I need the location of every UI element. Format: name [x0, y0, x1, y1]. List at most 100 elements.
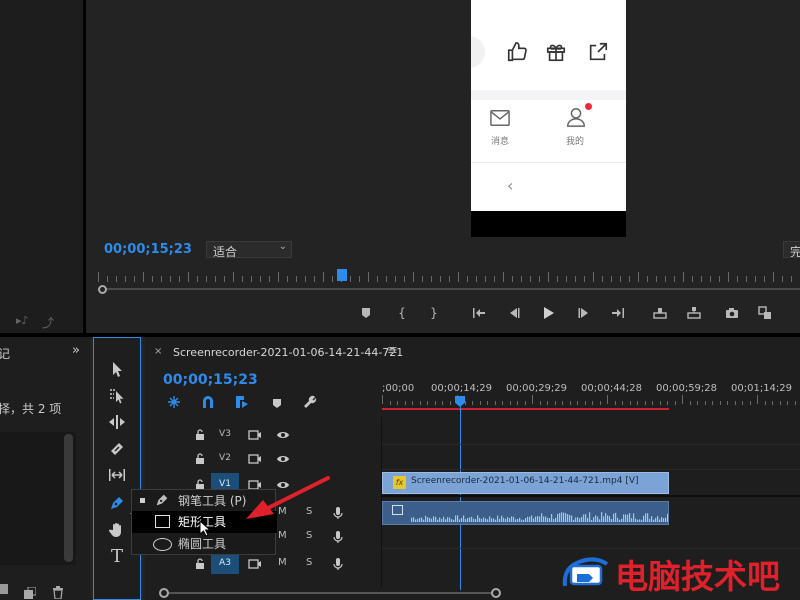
program-timecode[interactable]: 00;00;15;23 — [104, 242, 192, 257]
close-tab-icon[interactable]: × — [154, 346, 162, 357]
add-marker-icon-timeline[interactable] — [271, 395, 283, 414]
selection-tool-icon[interactable] — [106, 358, 128, 380]
hand-tool-icon[interactable] — [106, 519, 128, 541]
sync-lock-icon[interactable] — [248, 556, 262, 570]
tab-menu-icon[interactable]: ≡ — [387, 343, 398, 358]
ruler-tick — [517, 401, 518, 405]
mark-in-icon[interactable]: { — [393, 304, 411, 322]
ruler-tick — [782, 276, 783, 282]
eye-icon[interactable] — [276, 451, 290, 465]
track-name[interactable]: V3 — [211, 423, 239, 445]
ripple-edit-tool-icon[interactable] — [106, 411, 128, 433]
mute-button[interactable]: M — [278, 530, 287, 541]
type-tool-icon[interactable]: T — [106, 546, 128, 568]
sequence-tab-title[interactable]: Screenrecorder-2021-01-06-14-21-44-721 — [173, 346, 403, 359]
waveform-bar — [431, 518, 433, 522]
audio-clip[interactable] — [382, 501, 669, 525]
wrench-icon[interactable] — [303, 394, 317, 413]
add-marker-icon[interactable] — [357, 304, 375, 322]
ruler-tick — [599, 401, 601, 405]
trash-icon[interactable] — [52, 584, 64, 600]
fit-dropdown[interactable]: 适合 ⌄ — [206, 241, 292, 259]
solo-button[interactable]: S — [306, 530, 312, 541]
linked-selection-icon[interactable] — [235, 394, 249, 413]
waveform-bar — [513, 516, 515, 522]
scroll-start-handle-icon[interactable] — [159, 588, 169, 598]
waveform-bar — [593, 517, 595, 522]
sync-lock-icon[interactable] — [248, 427, 262, 441]
sync-lock-icon[interactable] — [248, 451, 262, 465]
program-scrollbar[interactable] — [98, 285, 800, 294]
ruler-tick — [602, 276, 603, 282]
snap-icon[interactable] — [201, 394, 215, 413]
ruler-tick — [215, 276, 216, 282]
program-playhead-icon[interactable] — [337, 269, 347, 281]
ruler-tick — [389, 401, 391, 405]
ruler-tick — [509, 401, 511, 405]
extract-icon[interactable] — [685, 304, 703, 322]
waveform-bar — [649, 518, 651, 522]
solo-button[interactable]: S — [306, 557, 312, 568]
waveform-bar — [661, 517, 663, 522]
razor-tool-icon[interactable] — [106, 438, 128, 460]
project-scrollbar[interactable] — [64, 434, 73, 562]
mic-icon[interactable] — [331, 556, 345, 570]
waveform-bar — [419, 517, 421, 522]
audio-video-icon[interactable]: ▸♪ — [16, 314, 29, 327]
camera-icon[interactable] — [723, 304, 741, 322]
waveform-bar — [611, 518, 613, 522]
lock-icon[interactable] — [193, 427, 207, 441]
export-frame-icon[interactable]: ⤴ — [42, 314, 54, 331]
ruler-tick — [134, 276, 135, 282]
ruler-tick — [667, 401, 668, 405]
lift-icon[interactable] — [651, 304, 669, 322]
compare-view-icon[interactable] — [756, 304, 774, 322]
right-dropdown[interactable]: 完 — [783, 241, 800, 258]
scrollbar-handle-icon[interactable] — [98, 285, 107, 294]
timeline-ruler[interactable]: ;00;00 00;00;14;29 00;00;29;29 00;00;44;… — [382, 381, 800, 411]
timeline-timecode[interactable]: 00;00;15;23 — [163, 372, 258, 388]
list-view-icon[interactable] — [0, 584, 8, 594]
track-row-a3[interactable]: A3 M S — [145, 552, 381, 574]
waveform-bar — [553, 518, 555, 522]
program-time-ruler[interactable] — [98, 270, 800, 282]
work-area-bar[interactable] — [382, 408, 669, 410]
waveform-bar — [555, 517, 557, 522]
step-forward-icon[interactable] — [575, 304, 593, 322]
waveform-bar — [541, 513, 543, 522]
video-clip[interactable]: fx Screenrecorder-2021-01-06-14-21-44-72… — [382, 472, 669, 494]
waveform-bar — [599, 519, 601, 522]
lane-divider — [382, 469, 800, 470]
waveform-bar — [663, 518, 665, 522]
lock-icon[interactable] — [193, 451, 207, 465]
lock-icon[interactable] — [193, 556, 207, 570]
step-back-icon[interactable] — [505, 304, 523, 322]
watermark-text: 电脑技术吧 — [615, 557, 780, 596]
go-to-out-icon[interactable] — [609, 304, 627, 322]
track-row-v3[interactable]: V3 — [145, 423, 381, 445]
track-name[interactable]: A3 — [211, 552, 239, 574]
track-select-tool-icon[interactable] — [106, 384, 128, 406]
eye-icon[interactable] — [276, 427, 290, 441]
nest-toggle-icon[interactable] — [167, 394, 181, 413]
waveform-bar — [623, 514, 625, 522]
track-name[interactable]: V2 — [211, 447, 239, 469]
ruler-tick — [749, 401, 751, 405]
new-item-icon[interactable] — [24, 584, 37, 600]
slip-tool-icon[interactable] — [106, 464, 128, 486]
pen-tool-icon[interactable] — [106, 492, 128, 514]
mute-button[interactable]: M — [278, 557, 287, 568]
mic-icon[interactable] — [331, 529, 345, 543]
play-icon[interactable] — [539, 304, 557, 322]
waveform-bar — [581, 516, 583, 522]
checked-bullet-icon — [140, 498, 145, 503]
scroll-end-handle-icon[interactable] — [491, 588, 501, 598]
ruler-tick — [614, 401, 616, 405]
ruler-tick — [584, 401, 586, 405]
go-to-in-icon[interactable] — [470, 304, 488, 322]
project-tab-label[interactable]: 标记 — [0, 345, 10, 362]
panel-overflow-icon[interactable]: » — [72, 343, 80, 358]
track-row-v2[interactable]: V2 — [145, 447, 381, 469]
mark-out-icon[interactable]: } — [425, 304, 443, 322]
ruler-tick — [431, 276, 432, 282]
